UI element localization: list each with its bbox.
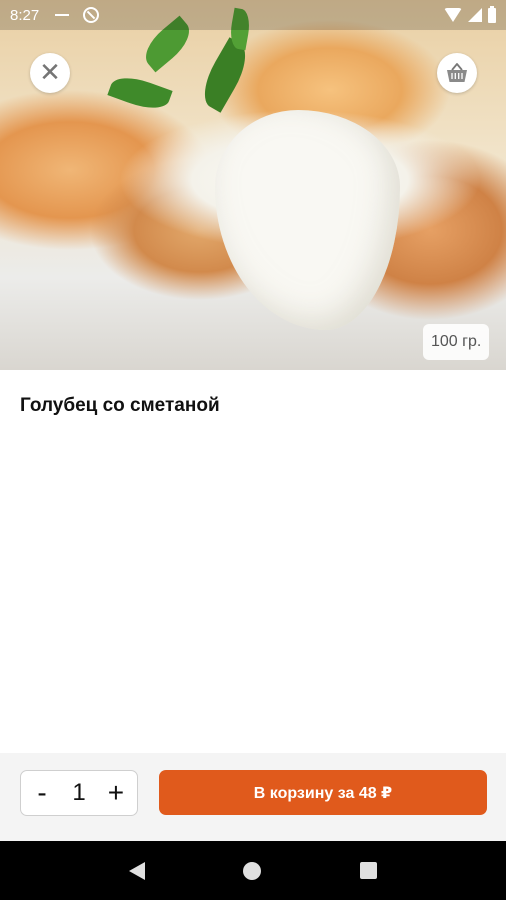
recents-icon[interactable] bbox=[359, 862, 377, 879]
sour-cream-decoration bbox=[215, 110, 400, 330]
status-right-group bbox=[444, 5, 496, 23]
quantity-stepper: - 1 + bbox=[20, 770, 138, 816]
basket-button[interactable] bbox=[437, 53, 477, 93]
status-time: 8:27 bbox=[10, 6, 40, 24]
increase-button[interactable]: + bbox=[103, 779, 129, 807]
product-title: Голубец со сметаной bbox=[20, 395, 220, 416]
close-icon: ✕ bbox=[39, 58, 61, 88]
cell-signal-icon bbox=[468, 8, 482, 22]
leaf-decoration bbox=[194, 37, 256, 113]
minus-notification-icon bbox=[55, 14, 70, 16]
leaf-decoration bbox=[107, 70, 173, 116]
basket-icon bbox=[447, 63, 467, 82]
action-bar: - 1 + В корзину за 48 ₽ bbox=[0, 753, 506, 841]
back-icon[interactable] bbox=[129, 861, 146, 880]
navigation-bar bbox=[0, 841, 506, 900]
battery-icon bbox=[488, 5, 496, 23]
quantity-value: 1 bbox=[72, 779, 86, 806]
do-not-disturb-icon bbox=[83, 7, 100, 23]
close-button[interactable]: ✕ bbox=[30, 53, 70, 93]
add-to-cart-button[interactable]: В корзину за 48 ₽ bbox=[159, 770, 487, 815]
decrease-button[interactable]: - bbox=[29, 779, 55, 807]
wifi-icon bbox=[444, 8, 462, 22]
weight-badge: 100 гр. bbox=[423, 324, 490, 360]
product-image bbox=[0, 0, 506, 370]
status-bar: 8:27 bbox=[0, 0, 506, 30]
home-icon[interactable] bbox=[243, 861, 262, 880]
